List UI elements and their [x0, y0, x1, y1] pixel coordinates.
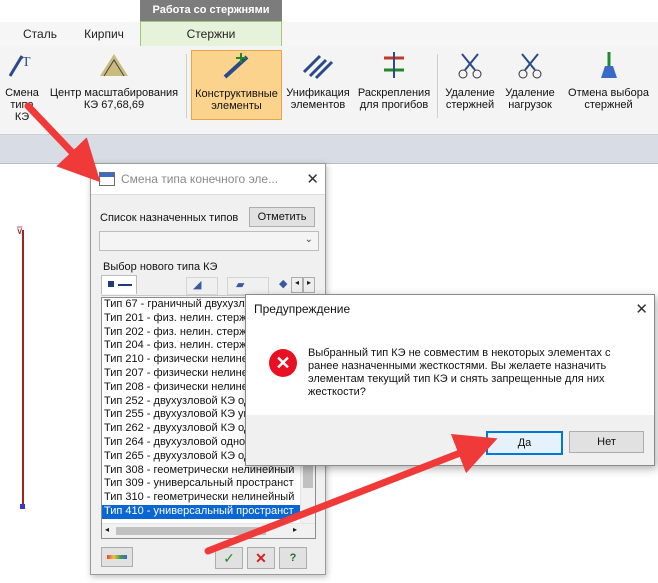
quad-icon: ▰ [236, 279, 245, 291]
help-button[interactable]: ? [279, 547, 307, 569]
rod-icon [118, 284, 132, 286]
button-label: Конструктивные [195, 88, 278, 100]
deflection-bracing-button[interactable]: Раскрепления для прогибов [354, 50, 434, 118]
scissors-load-icon [518, 53, 542, 79]
warning-dialog: Предупреждение ✕ ✕ Выбранный тип КЭ не с… [245, 294, 655, 466]
separator [437, 54, 438, 118]
scale-center-icon [100, 54, 128, 77]
apply-button[interactable]: ✓ [215, 547, 243, 569]
horizontal-scrollbar[interactable]: ◂ ▸ [102, 523, 315, 538]
delete-loads-button[interactable]: Удаление нагрузок [501, 50, 559, 118]
tab-solid-types[interactable]: ◆ [279, 277, 289, 293]
tab-scroll-left[interactable]: ◂ [291, 277, 303, 293]
fe-category-tabs: ◢ ▰ ◆ ◂ ▸ [101, 275, 315, 296]
error-icon: ✕ [269, 349, 297, 377]
button-label: КЭ 67,68,69 [83, 99, 145, 111]
close-icon[interactable]: ✕ [306, 170, 319, 188]
solid-icon: ◆ [279, 278, 288, 290]
delete-rods-button[interactable]: Удаление стержней [441, 50, 499, 118]
context-tab-group-label: Работа со стержнями [140, 0, 282, 22]
chevron-down-icon: ⌄ [304, 234, 313, 245]
scroll-right-icon[interactable]: ▸ [293, 525, 297, 534]
no-button[interactable]: Нет [569, 431, 644, 453]
dialog-titlebar[interactable]: Предупреждение ✕ [246, 295, 654, 323]
button-label: Унификация [286, 87, 350, 99]
checkmark-icon: ✓ [223, 550, 235, 566]
button-label: Центр масштабирования [49, 87, 179, 99]
help-icon: ? [289, 552, 297, 564]
button-label: Смена [5, 87, 39, 99]
ribbon-tabs: Сталь Кирпич Стержни [0, 21, 658, 47]
message-line: элементам текущий тип КЭ и снять запреще… [308, 373, 605, 385]
dialog-title: Смена типа конечного эле... [121, 172, 279, 186]
node-icon [108, 281, 114, 287]
button-label: Удаление [445, 87, 495, 99]
button-label: Отмена выбора [568, 87, 649, 99]
structural-elements-icon [223, 53, 248, 79]
yes-button[interactable]: Да [486, 431, 563, 455]
scroll-thumb[interactable] [116, 527, 266, 535]
change-type-icon: T [8, 55, 31, 77]
list-item-selected[interactable]: Тип 410 - универсальный пространст [102, 504, 315, 519]
button-label: Раскрепления [357, 87, 431, 99]
tab-rods[interactable]: Стержни [140, 21, 282, 47]
button-label: для прогибов [359, 99, 429, 111]
separator [186, 54, 187, 118]
cancel-button[interactable]: ✕ [247, 547, 275, 569]
button-label: стержней [584, 99, 633, 111]
rod-node[interactable] [20, 504, 25, 509]
button-label: нагрузок [508, 99, 552, 111]
broom-icon [600, 52, 617, 78]
button-label: стержней [445, 99, 495, 111]
window-icon [99, 172, 115, 186]
button-label: Удаление [505, 87, 555, 99]
tab-rod-types[interactable] [101, 275, 137, 294]
triangle-icon: ◢ [193, 279, 202, 291]
structural-elements-button[interactable]: Конструктивные элементы [191, 50, 282, 120]
tab-brick[interactable]: Кирпич [74, 22, 134, 46]
secondary-toolbar [0, 135, 658, 164]
dialog-titlebar[interactable]: Смена типа конечного эле... ✕ [91, 164, 325, 195]
message-line: жесткости? [308, 386, 366, 398]
rod-element[interactable] [22, 230, 24, 508]
change-fe-type-button[interactable]: T Смена типа КЭ [2, 50, 42, 123]
tab-steel[interactable]: Сталь [20, 22, 60, 46]
close-icon: ✕ [255, 550, 267, 566]
scroll-left-icon[interactable]: ◂ [105, 525, 109, 534]
message-line: ранее назначенными жесткостями. Вы желае… [308, 360, 607, 372]
tab-shell-types[interactable]: ▰ [227, 277, 269, 295]
palette-icon [107, 555, 127, 559]
scale-center-button[interactable]: Центр масштабирования КЭ 67,68,69 [46, 50, 182, 118]
tab-plate-types[interactable]: ◢ [186, 277, 218, 295]
assigned-types-label: Список назначенных типов [100, 212, 239, 224]
color-legend-button[interactable] [101, 547, 133, 567]
scissors-icon [458, 53, 482, 79]
new-type-label: Выбор нового типа КЭ [103, 261, 218, 273]
list-item[interactable]: Тип 310 - геометрически нелинейный [102, 491, 315, 505]
tab-scroll-right[interactable]: ▸ [303, 277, 315, 293]
message-line: Выбранный тип КЭ не совместим в некоторы… [308, 347, 611, 359]
cancel-rod-selection-button[interactable]: Отмена выбора стержней [561, 50, 656, 118]
close-icon[interactable]: ✕ [635, 300, 648, 318]
unify-elements-icon [302, 54, 334, 80]
svg-text:T: T [22, 55, 31, 70]
warning-message: Выбранный тип КЭ не совместим в некоторы… [308, 347, 638, 399]
button-label: элементов [290, 99, 346, 111]
button-label: элементы [211, 100, 262, 112]
ribbon-panel: T Смена типа КЭ Центр масштабирования КЭ… [0, 46, 658, 135]
button-label: типа КЭ [10, 99, 34, 123]
dialog-title: Предупреждение [254, 302, 351, 316]
bracing-icon [384, 52, 404, 78]
assigned-types-combo[interactable]: ⌄ [99, 231, 319, 251]
mark-button[interactable]: Отметить [249, 207, 315, 227]
list-item[interactable]: Тип 309 - универсальный пространст [102, 477, 315, 491]
unify-elements-button[interactable]: Унификация элементов [283, 50, 353, 118]
